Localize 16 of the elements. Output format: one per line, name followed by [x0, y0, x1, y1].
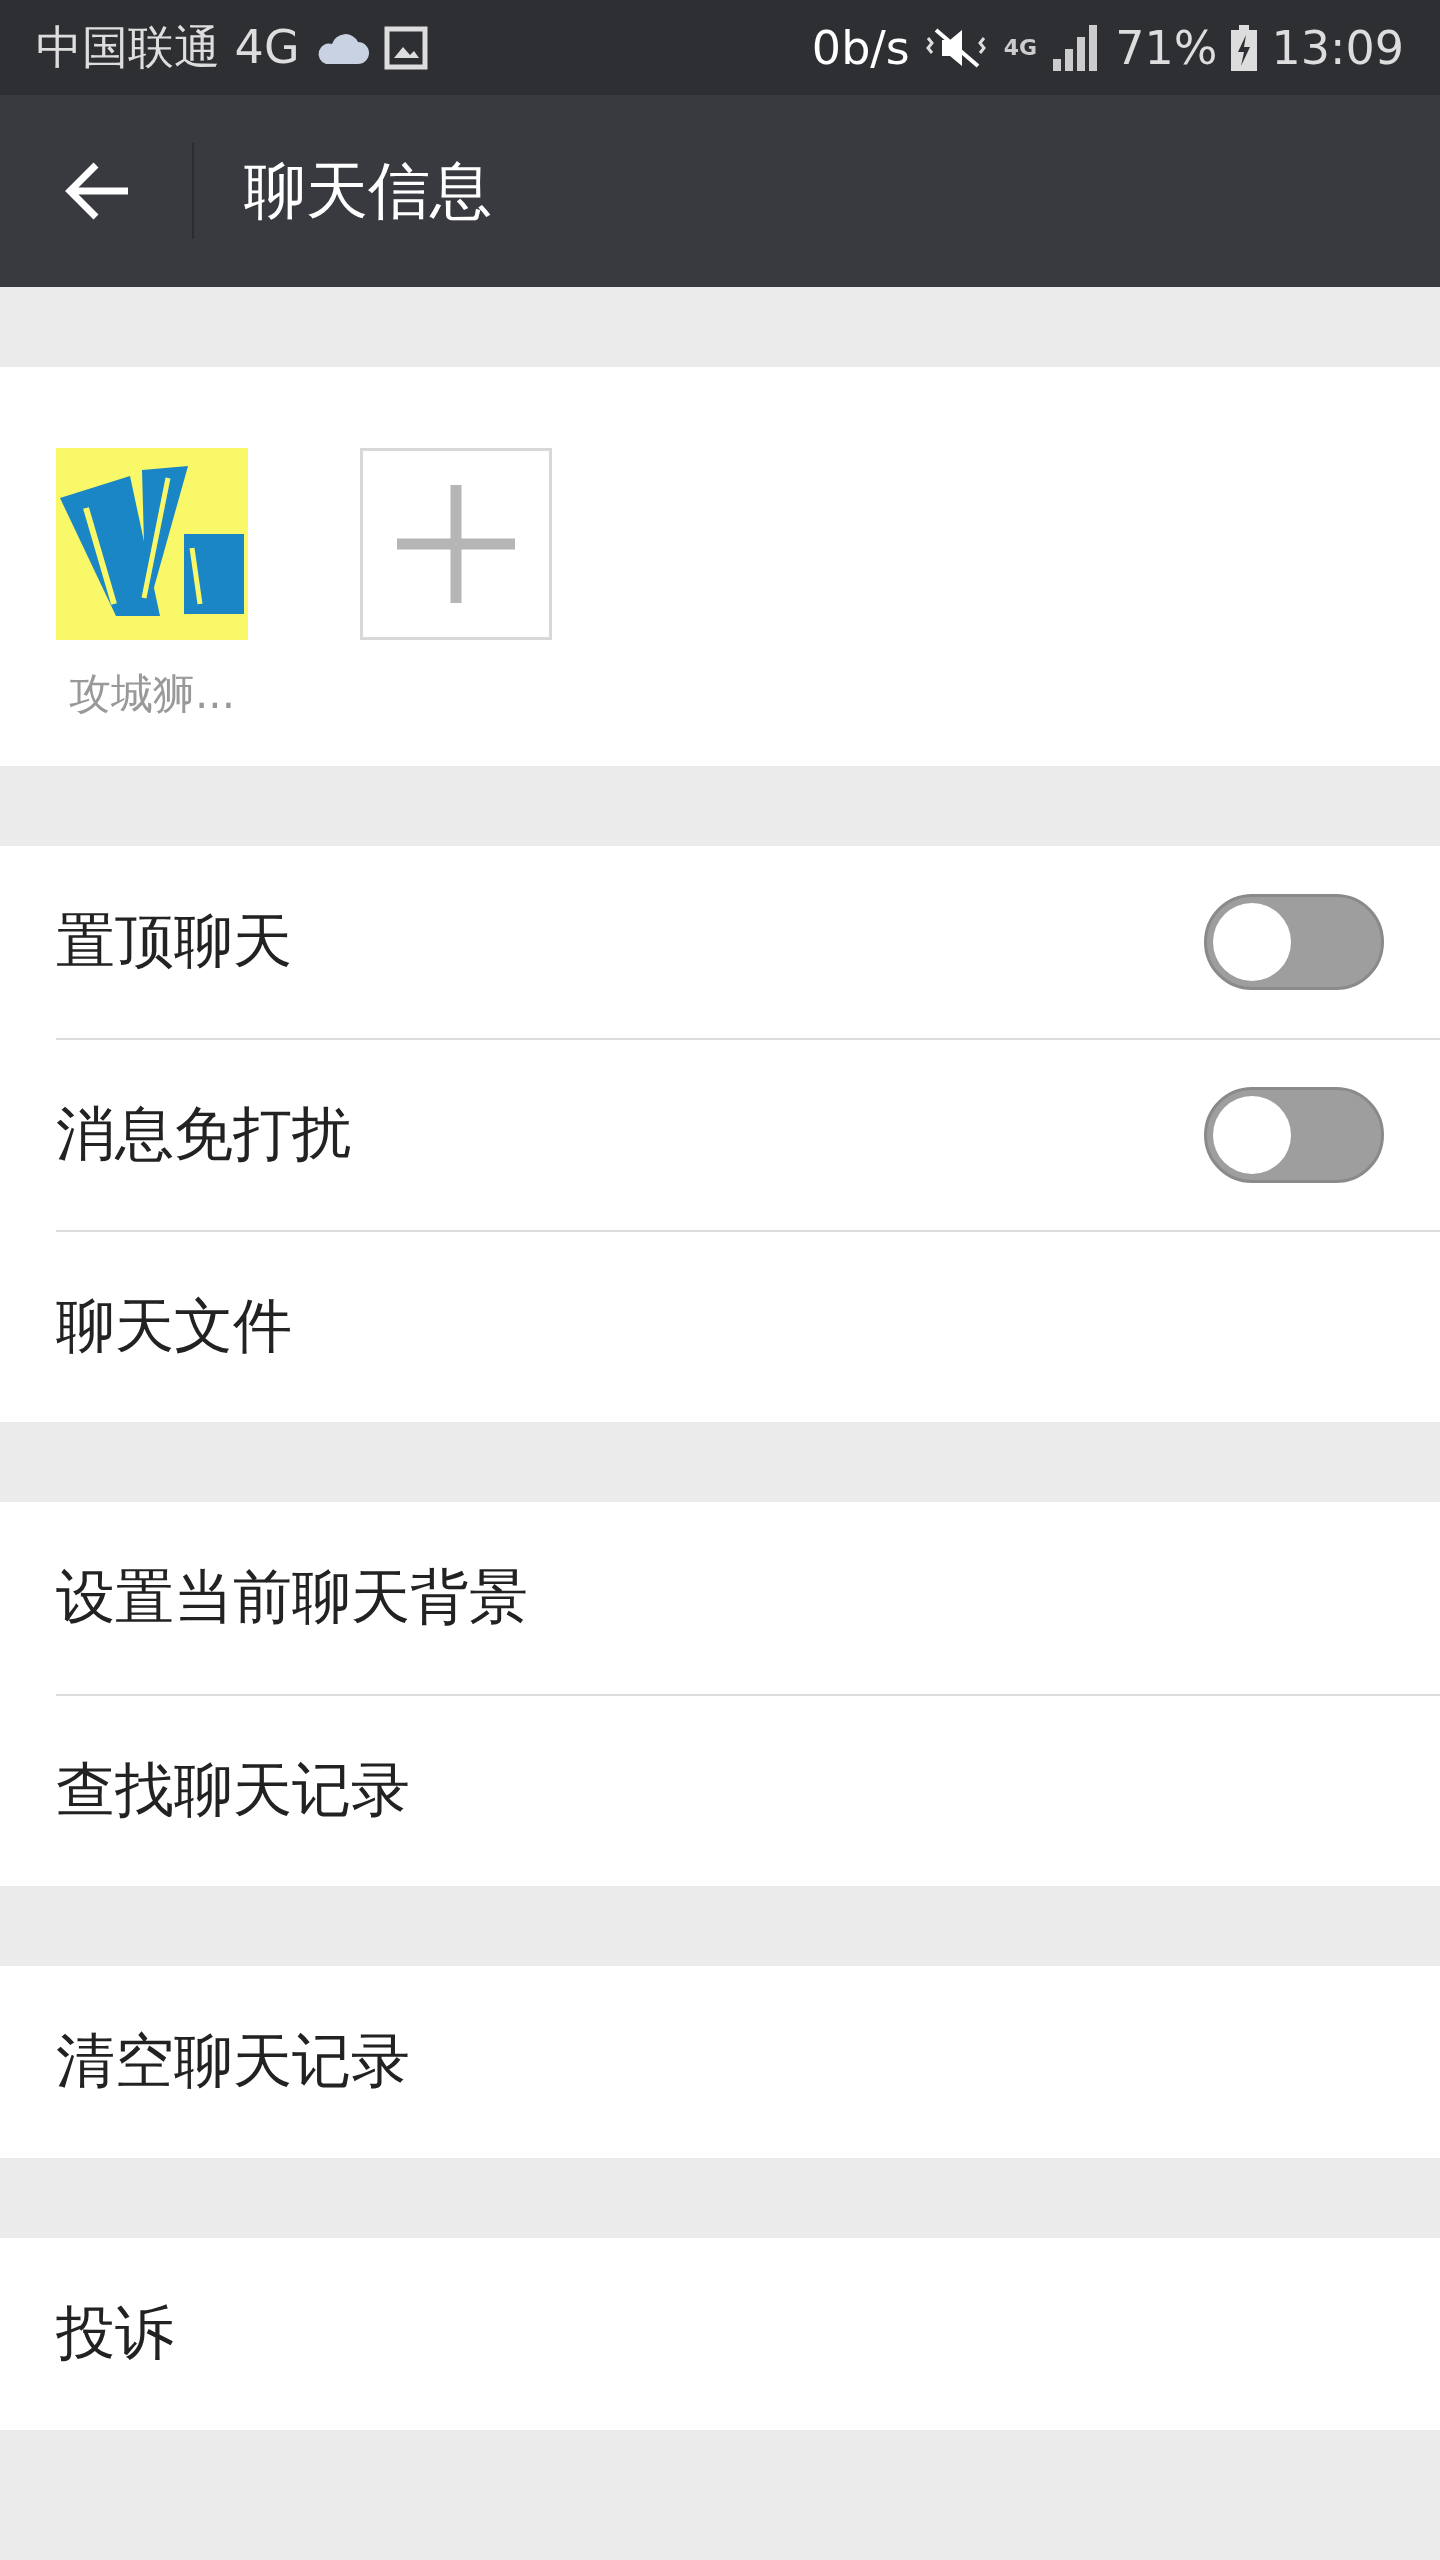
setting-label[interactable]: 查找聊天记录 — [56, 1751, 1384, 1831]
network-type-text: 4G — [1003, 35, 1038, 60]
add-member-button[interactable] — [360, 448, 552, 640]
clock-text: 13:09 — [1271, 20, 1404, 75]
plus-icon — [397, 485, 515, 603]
member-name: 攻城狮... — [68, 668, 236, 720]
setting-label[interactable]: 置顶聊天 — [56, 902, 1204, 982]
carrier-text: 中国联通 4G — [36, 18, 300, 76]
setting-label[interactable]: 设置当前聊天背景 — [56, 1558, 1384, 1638]
setting-label[interactable]: 消息免打扰 — [56, 1095, 1204, 1175]
battery-percent: 71% — [1115, 20, 1218, 75]
page-title: 聊天信息 — [244, 153, 492, 229]
battery-charging-icon — [1231, 24, 1258, 71]
image-icon — [383, 25, 428, 70]
network-speed-text: 0b/s — [811, 20, 910, 75]
setting-label[interactable]: 聊天文件 — [56, 1287, 1384, 1367]
